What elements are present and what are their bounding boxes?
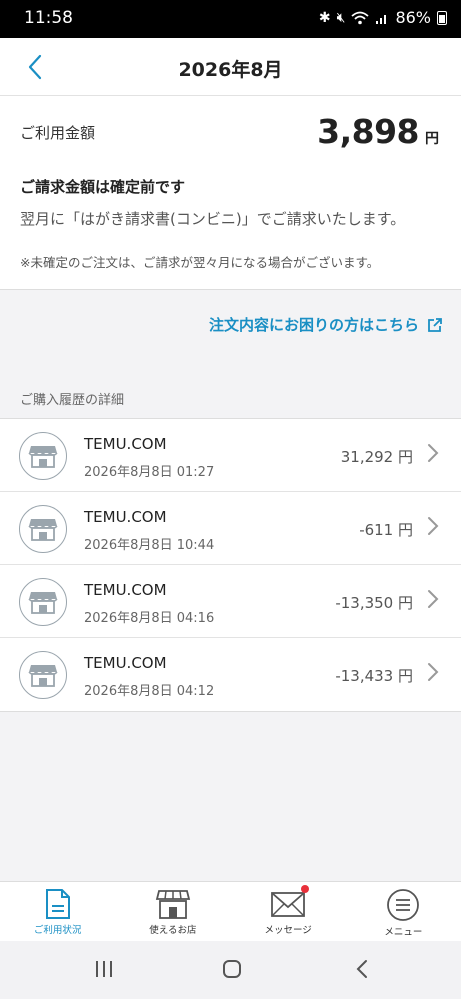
home-icon[interactable]	[222, 959, 242, 979]
purchase-history-list: TEMU.COM 2026年8月8日 01:27 31,292 円 TEMU.C…	[0, 418, 461, 712]
list-item[interactable]: TEMU.COM 2026年8月8日 01:27 31,292 円	[0, 419, 461, 492]
currency-unit: 円	[425, 131, 439, 147]
purchase-datetime: 2026年8月8日 01:27	[84, 465, 215, 480]
status-icons: ✱ 🔇︎ 86%	[319, 8, 447, 27]
notice-body: 翌月に「はがき請求書(コンビニ)」でご請求いたします。	[20, 210, 406, 228]
battery-icon	[437, 10, 447, 25]
purchase-amount: 31,292 円	[340, 448, 413, 466]
nav-item-usage[interactable]: ご利用状況	[0, 882, 115, 941]
document-icon	[45, 889, 70, 919]
signal-icon	[376, 14, 387, 24]
nav-item-menu[interactable]: メニュー	[346, 882, 461, 941]
back-nav-icon[interactable]	[354, 959, 370, 979]
merchant-name: TEMU.COM	[84, 581, 167, 599]
order-help-link[interactable]: 注文内容にお困りの方はこちら	[209, 314, 443, 335]
recent-apps-icon[interactable]	[94, 959, 114, 979]
billing-summary: ご利用金額 3,898 円 ご請求金額は確定前です 翌月に「はがき請求書(コンビ…	[0, 96, 461, 290]
system-navigation-bar	[0, 941, 461, 999]
app-header: 2026年8月	[0, 38, 461, 96]
purchase-amount: -611 円	[359, 521, 413, 539]
merchant-name: TEMU.COM	[84, 508, 167, 526]
mail-icon	[271, 892, 306, 917]
notice-note: ※未確定のご注文は、ご請求が翌々月になる場合がございます。	[20, 255, 380, 270]
nav-label: メニュー	[384, 927, 423, 938]
nav-item-stores[interactable]: 使えるお店	[115, 882, 230, 941]
menu-icon	[387, 889, 420, 921]
store-icon	[155, 890, 191, 919]
chevron-right-icon	[428, 444, 439, 462]
page-title: 2026年8月	[178, 59, 283, 81]
nav-label: メッセージ	[264, 925, 312, 936]
list-item[interactable]: TEMU.COM 2026年8月8日 04:12 -13,433 円	[0, 638, 461, 711]
order-help-link-label: 注文内容にお困りの方はこちら	[208, 316, 419, 334]
usage-amount: 3,898 円	[317, 112, 439, 151]
list-item[interactable]: TEMU.COM 2026年8月8日 10:44 -611 円	[0, 492, 461, 565]
notice-title: ご請求金額は確定前です	[20, 178, 186, 196]
status-time: 11:58	[24, 8, 73, 28]
purchase-datetime: 2026年8月8日 04:12	[84, 684, 215, 699]
store-icon	[19, 578, 67, 626]
status-bar: 11:58 ✱ 🔇︎ 86%	[0, 0, 461, 38]
store-icon	[19, 505, 67, 553]
battery-percent: 86%	[395, 8, 431, 27]
merchant-name: TEMU.COM	[84, 435, 167, 453]
nav-item-messages[interactable]: メッセージ	[231, 882, 346, 941]
usage-label: ご利用金額	[20, 124, 96, 142]
merchant-name: TEMU.COM	[84, 654, 167, 672]
store-icon	[19, 651, 67, 699]
usage-amount-value: 3,898	[317, 112, 419, 151]
purchase-datetime: 2026年8月8日 10:44	[84, 538, 215, 553]
chevron-right-icon	[428, 590, 439, 608]
store-icon	[19, 432, 67, 480]
bluetooth-icon: ✱	[318, 9, 331, 26]
list-item[interactable]: TEMU.COM 2026年8月8日 04:16 -13,350 円	[0, 565, 461, 638]
nav-label: 使えるお店	[149, 925, 197, 936]
wifi-icon	[351, 11, 370, 24]
external-link-icon	[428, 317, 442, 332]
notification-badge	[300, 885, 309, 893]
history-section-label: ご購入履歴の詳細	[20, 393, 125, 408]
purchase-datetime: 2026年8月8日 04:16	[84, 611, 215, 626]
purchase-amount: -13,350 円	[335, 594, 413, 612]
nav-label: ご利用状況	[33, 925, 82, 936]
chevron-right-icon	[428, 663, 439, 681]
chevron-right-icon	[428, 517, 439, 535]
bottom-navigation: ご利用状況 使えるお店 メッセージ メニュー	[0, 881, 461, 941]
purchase-amount: -13,433 円	[335, 667, 413, 685]
mute-icon: 🔇︎	[336, 9, 346, 26]
